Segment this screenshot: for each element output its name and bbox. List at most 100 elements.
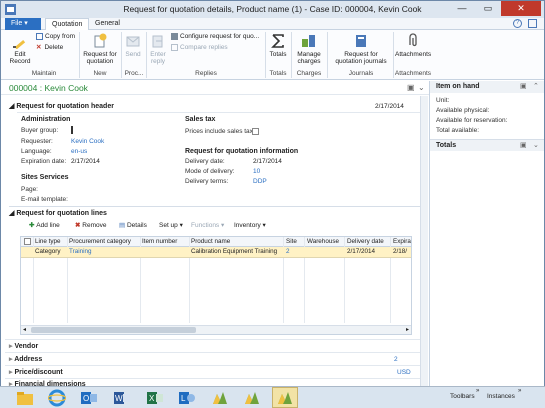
column-header-product-name[interactable]: Product name [191,238,230,245]
view-options-icon[interactable] [528,19,537,28]
rfq-header-title: Request for quotation header [16,103,114,110]
maximize-button[interactable]: ▭ [475,1,501,16]
svg-text:O: O [83,394,89,403]
help-icon[interactable]: ? [513,19,522,28]
price-discount-section[interactable]: ▸ Price/discount [9,368,63,376]
sites-services-title: Sites Services [21,174,69,181]
section-divider [5,352,425,353]
unit-label: Unit: [436,97,450,104]
request-for-quotation-button[interactable]: Request for quotation [81,33,119,65]
delete-label: Delete [44,44,64,51]
instances-label[interactable]: Instances [487,393,515,400]
cell-procurement-category[interactable]: Training [69,248,92,255]
add-line-button[interactable]: ✚ Add line [29,222,60,230]
delivery-date-value[interactable]: 2/17/2014 [253,158,282,165]
item-on-hand-header[interactable]: Item on hand ▣ ⌃ [430,81,544,93]
address-title: Address [14,356,43,363]
buyer-group-input[interactable] [71,126,73,134]
scroll-right-icon[interactable]: ▸ [406,326,409,333]
cell-expiration[interactable]: 2/18/ [393,248,407,255]
delivery-terms-label: Delivery terms: [185,178,229,185]
dynamics-ax-icon[interactable] [276,389,294,407]
cell-line-type[interactable]: Category [35,248,61,255]
mode-of-delivery-label: Mode of delivery: [185,168,235,175]
excel-icon[interactable]: X [146,389,164,407]
remove-button[interactable]: ✖ Remove [75,222,106,230]
horizontal-scrollbar[interactable]: ◂ ▸ [21,325,411,334]
enter-reply-button[interactable]: Enter reply [147,33,169,65]
manage-charges-button[interactable]: Manage charges [293,33,325,65]
address-section[interactable]: ▸ Address [9,355,42,363]
column-header-expiration[interactable]: Expira [393,238,411,245]
rfq-lines-section-title[interactable]: ◢ Request for quotation lines [9,209,107,217]
price-discount-title: Price/discount [14,369,63,376]
tab-general[interactable]: General [89,18,126,30]
column-header-line-type[interactable]: Line type [35,238,61,245]
cell-delivery-date[interactable]: 2/17/2014 [347,248,375,255]
totals-header[interactable]: Totals ▣ ⌄ [430,139,544,151]
collapse-icon[interactable]: ▣ [407,83,415,92]
scroll-left-icon[interactable]: ◂ [23,326,26,333]
factbox-options-icon[interactable]: ▣ [520,82,527,90]
minimize-button[interactable]: — [449,1,475,16]
close-button[interactable]: ✕ [501,1,541,16]
word-icon[interactable]: W [113,389,131,407]
delivery-terms-value[interactable]: DDP [253,178,267,185]
record-header-bar: 000004 : Kevin Cook ▣ ⌄ [1,81,429,95]
send-icon [126,36,140,47]
language-value[interactable]: en-us [71,148,87,155]
cell-site[interactable]: 2 [286,248,290,255]
edit-record-button[interactable]: Edit Record [7,33,33,65]
rfq-journals-button[interactable]: Request for quotation journals [331,33,391,65]
instances-arrow-icon[interactable]: » [518,388,521,394]
configure-request-button[interactable]: Configure request for quo... [171,33,259,41]
copy-from-label: Copy from [45,33,75,41]
mode-of-delivery-value[interactable]: 10 [253,168,260,175]
vertical-scrollbar[interactable] [420,96,428,386]
attachments-button[interactable]: Attachments [395,33,431,58]
internet-explorer-icon[interactable] [48,389,66,407]
collapse-chevron-icon[interactable]: ⌄ [418,83,425,92]
details-button[interactable]: ▤ Details [119,222,147,230]
rfq-header-section-title[interactable]: ◢ Request for quotation header [9,102,114,110]
factbox-expand-icon[interactable]: ⌄ [533,141,539,149]
functions-menu[interactable]: Functions ▾ [191,222,224,230]
file-explorer-icon[interactable] [16,389,34,407]
grid-header-row: Line type Procurement category Item numb… [21,237,411,247]
rfq-lines-grid: Line type Procurement category Item numb… [20,236,412,335]
delete-button[interactable]: ✕ Delete [36,44,63,52]
dynamics-ax-icon[interactable] [211,389,229,407]
column-header-item-number[interactable]: Item number [142,238,177,245]
details-label: Details [126,222,147,229]
copy-from-button[interactable]: Copy from [36,33,75,41]
lync-icon[interactable]: L [178,389,196,407]
send-button[interactable]: Send [122,33,144,58]
column-header-delivery-date[interactable]: Delivery date [347,238,384,245]
inventory-menu[interactable]: Inventory ▾ [234,222,266,230]
toolbars-arrow-icon[interactable]: » [476,388,479,394]
column-header-site[interactable]: Site [286,238,297,245]
cell-product-name[interactable]: Calibration Equipment Training [191,248,277,255]
dynamics-ax-icon[interactable] [243,389,261,407]
set-up-menu[interactable]: Set up ▾ [159,222,183,230]
column-header-procurement-category[interactable]: Procurement category [69,238,131,245]
column-header-warehouse[interactable]: Warehouse [307,238,339,245]
table-row[interactable]: Category Training Calibration Equipment … [21,247,411,258]
tab-file[interactable]: File ▾ [5,18,41,30]
rfq-label: Request for quotation [83,51,117,65]
requester-label: Requester: [21,138,53,145]
totals-button[interactable]: Totals [267,33,289,58]
new-group-label: New [93,70,107,77]
compare-replies-button[interactable]: Compare replies [171,44,228,52]
scrollbar-thumb[interactable] [31,327,196,333]
factbox-options-icon[interactable]: ▣ [520,141,527,149]
toolbars-label[interactable]: Toolbars [450,393,475,400]
prices-include-tax-checkbox[interactable] [252,128,259,135]
factbox-collapse-icon[interactable]: ⌃ [533,82,539,90]
requester-value[interactable]: Kevin Cook [71,138,104,145]
outlook-icon[interactable]: O [80,389,98,407]
expiration-date-value[interactable]: 2/17/2014 [71,158,100,165]
attachments-label: Attachments [395,51,432,58]
vendor-section[interactable]: ▸ Vendor [9,342,38,350]
select-all-checkbox[interactable] [24,238,31,245]
